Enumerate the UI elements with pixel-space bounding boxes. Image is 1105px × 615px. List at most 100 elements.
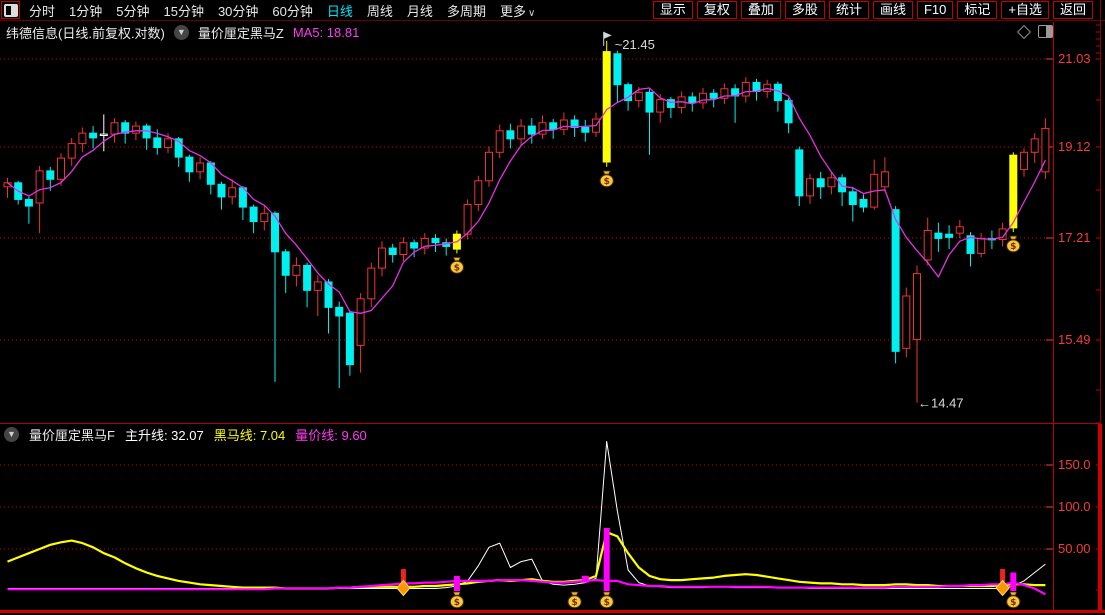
legend-heima: 黑马线: 7.04 xyxy=(213,428,286,443)
price-axis-label: 15.49 xyxy=(1058,332,1091,347)
money-bag-icon: $ xyxy=(599,591,614,609)
collapse-chevron-icon[interactable]: ▼ xyxy=(4,427,19,442)
candle-body xyxy=(902,295,911,349)
candle-body xyxy=(410,242,419,249)
toolbar-button-返回[interactable]: 返回 xyxy=(1052,1,1093,19)
candle-body xyxy=(913,273,921,340)
period-item-30分钟[interactable]: 30分钟 xyxy=(218,1,258,20)
magenta-signal-square xyxy=(581,575,589,583)
svg-text:$: $ xyxy=(1010,598,1016,608)
period-item-60分钟[interactable]: 60分钟 xyxy=(272,1,312,20)
candle-body xyxy=(795,149,804,197)
candle-body xyxy=(634,91,643,102)
value-axis-label: 50.00 xyxy=(1058,541,1091,556)
candle-body xyxy=(934,232,943,239)
candle-body xyxy=(741,81,750,97)
candle-body xyxy=(78,132,87,145)
candle-body xyxy=(131,125,140,134)
period-item-月线[interactable]: 月线 xyxy=(407,1,433,20)
toolbar-button-画线[interactable]: 画线 xyxy=(872,1,913,19)
period-menu: 分时 1分钟 5分钟 15分钟 30分钟 60分钟 日线 周线 月线 多周期 更多 ∨ xyxy=(29,1,535,20)
toolbar-button-叠加[interactable]: 叠加 xyxy=(740,1,781,19)
candle-body xyxy=(356,298,365,346)
toolbar-button-统计[interactable]: 统计 xyxy=(828,1,869,19)
toolbar-button-显示[interactable]: 显示 xyxy=(652,1,693,19)
value-axis-label: 100.0 xyxy=(1058,499,1091,514)
svg-text:$: $ xyxy=(604,598,610,608)
money-bag-icon: $ xyxy=(449,591,464,609)
candle-body xyxy=(688,96,697,104)
period-item-日线[interactable]: 日线 xyxy=(327,1,353,20)
candle-body xyxy=(367,267,376,300)
candle-body xyxy=(474,180,483,206)
period-item-多周期[interactable]: 多周期 xyxy=(447,1,486,20)
value-axis-label: 150.0 xyxy=(1058,457,1091,472)
magenta-signal-bar xyxy=(603,528,610,591)
period-item-更多[interactable]: 更多 ∨ xyxy=(500,1,535,20)
main-indicator-name: 量价厘定黑马Z xyxy=(197,26,284,41)
candle-body xyxy=(99,133,108,137)
candle-body xyxy=(292,264,301,276)
period-item-15分钟[interactable]: 15分钟 xyxy=(163,1,203,20)
candle-body xyxy=(848,191,857,206)
money-bag-icon: $ xyxy=(567,591,582,609)
candle-body xyxy=(196,162,205,173)
period-item-5分钟[interactable]: 5分钟 xyxy=(116,1,149,20)
svg-text:$: $ xyxy=(454,263,460,273)
candle-body xyxy=(378,247,386,269)
candle-body xyxy=(549,122,558,130)
candle-body xyxy=(602,51,611,163)
svg-text:$: $ xyxy=(604,177,610,187)
magenta-signal-bar xyxy=(1010,572,1017,591)
candle-body xyxy=(281,251,290,276)
candle-body xyxy=(763,83,772,92)
svg-text:$: $ xyxy=(571,598,577,608)
chart-canvas[interactable]: $ $ $ ~21.45 ←14.47 $ $ $ $ xyxy=(0,0,1105,615)
candle-body xyxy=(24,198,33,207)
period-item-1分钟[interactable]: 1分钟 xyxy=(69,1,102,20)
magenta-signal-bar xyxy=(453,575,460,591)
candle-body xyxy=(249,206,258,223)
candle-body xyxy=(303,264,312,291)
toolbar-button-标记[interactable]: 标记 xyxy=(957,1,998,19)
ma5-value: MA5: 18.81 xyxy=(292,25,360,40)
legend-zhusheng: 主升线: 32.07 xyxy=(124,428,204,443)
toolbar-button-+自选[interactable]: +自选 xyxy=(1001,1,1049,19)
toolbar-buttons: 显示 复权 叠加 多股 统计 画线 F10 标记 +自选 返回 xyxy=(652,1,1093,19)
candle-body xyxy=(57,157,65,180)
period-item-周线[interactable]: 周线 xyxy=(367,1,393,20)
money-bag-icon: $ xyxy=(1006,591,1021,609)
split-view-icon[interactable] xyxy=(1038,25,1053,38)
toolbar-button-F10[interactable]: F10 xyxy=(916,1,954,19)
toolbar-button-复权[interactable]: 复权 xyxy=(696,1,737,19)
trading-app-window: $ $ $ ~21.45 ←14.47 $ $ $ $ 21.03 19.12 17.21 15.49… xyxy=(0,0,1105,615)
stock-title: 纬德信息(日线.前复权.对数) xyxy=(6,26,165,41)
diamond-mark-icon[interactable] xyxy=(1016,24,1032,39)
candle-body xyxy=(806,178,814,197)
split-panel-icon xyxy=(3,3,18,17)
candle-body xyxy=(35,170,44,204)
collapse-chevron-icon[interactable]: ▼ xyxy=(173,25,189,40)
candle-body xyxy=(816,178,825,188)
high-annotation: ~21.45 xyxy=(615,37,655,52)
candle-body xyxy=(164,138,172,148)
candle-body xyxy=(506,130,515,140)
candle-body xyxy=(923,230,932,261)
candle-body xyxy=(89,132,98,139)
candle-body xyxy=(709,92,718,99)
candle-body xyxy=(656,99,665,113)
main-chart-header: 纬德信息(日线.前复权.对数) ▼ 量价厘定黑马Z MA5: 18.81 xyxy=(6,23,359,42)
candle-body xyxy=(313,281,322,291)
candle-body xyxy=(431,237,440,244)
price-axis-label: 17.21 xyxy=(1058,230,1091,245)
window-panel-button[interactable] xyxy=(1,1,20,19)
candle-body xyxy=(260,212,269,223)
low-annotation: ←14.47 xyxy=(918,396,964,411)
toolbar-button-多股[interactable]: 多股 xyxy=(784,1,825,19)
candle-body xyxy=(517,125,526,140)
candle-body xyxy=(388,247,397,256)
chart-corner-tools xyxy=(1016,24,1053,39)
sub-indicator-name: 量价厘定黑马F xyxy=(29,428,115,443)
period-item-分时[interactable]: 分时 xyxy=(29,1,55,20)
candle-body xyxy=(345,312,354,366)
